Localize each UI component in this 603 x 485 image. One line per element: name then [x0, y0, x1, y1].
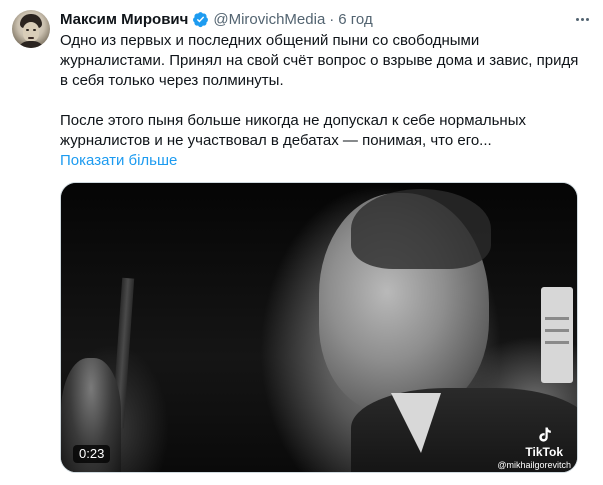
tweet-text: Одно из первых и последних общений пыни …: [60, 31, 580, 151]
tweet-header: Максим Мирович @MirovichMedia · 6 год: [60, 9, 373, 29]
video-sign: [541, 287, 573, 383]
avatar-body: [17, 41, 45, 48]
avatar-face: [23, 22, 39, 42]
sign-line: [545, 341, 569, 344]
tweet-paragraph-1: Одно из первых и последних общений пыни …: [60, 32, 579, 89]
more-dot: [580, 17, 584, 21]
author-name[interactable]: Максим Мирович: [60, 11, 188, 28]
verified-badge-icon[interactable]: [192, 11, 209, 28]
more-options-icon[interactable]: [571, 8, 593, 30]
tiktok-logo-icon: [539, 427, 552, 442]
sign-line: [545, 329, 569, 332]
tiktok-username: @mikhailgorevitch: [497, 460, 571, 470]
video-person-hair: [351, 189, 491, 269]
more-dot: [585, 17, 589, 21]
show-more-link[interactable]: Показати більше: [60, 151, 177, 171]
video-player[interactable]: 0:23 TikTok @mikhailgorevitch: [60, 182, 578, 473]
avatar[interactable]: [12, 10, 50, 48]
tweet-paragraph-2: После этого пыня больше никогда не допус…: [60, 112, 526, 149]
video-duration: 0:23: [73, 445, 111, 463]
avatar-eye-right: [33, 29, 36, 31]
separator-dot: ·: [329, 10, 335, 28]
more-dot: [575, 17, 579, 21]
tweet-time[interactable]: 6 год: [338, 11, 372, 28]
sign-line: [545, 317, 569, 320]
avatar-mouth: [28, 37, 34, 39]
author-handle[interactable]: @MirovichMedia: [213, 11, 325, 28]
tweet[interactable]: Максим Мирович @MirovichMedia · 6 год Од…: [0, 0, 603, 485]
tiktok-watermark: TikTok: [525, 425, 563, 459]
avatar-eye-left: [26, 29, 29, 31]
tiktok-brand: TikTok: [525, 445, 563, 459]
